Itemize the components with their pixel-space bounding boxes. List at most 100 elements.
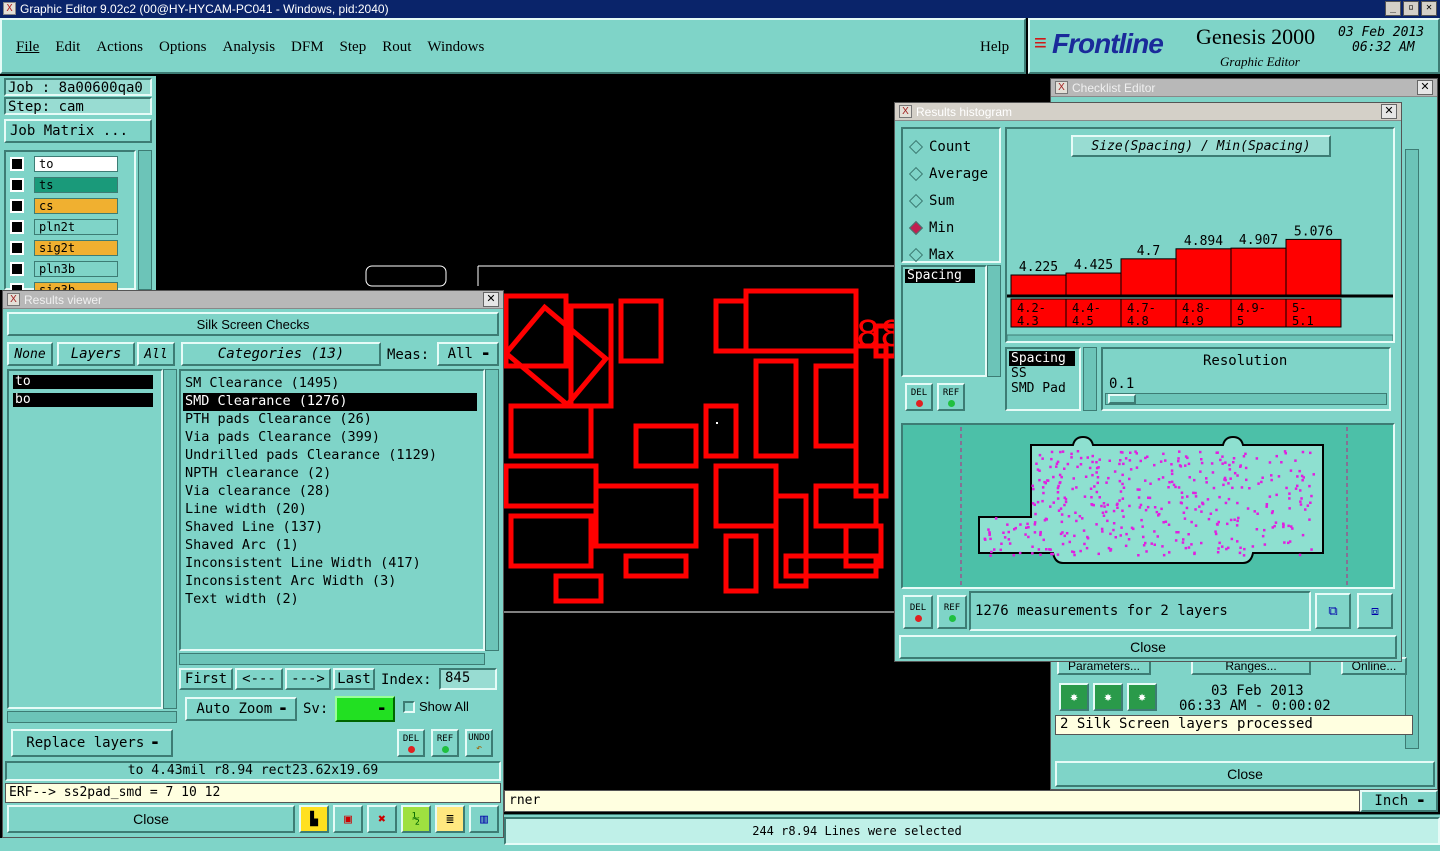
measure-item[interactable]: Spacing (905, 269, 975, 283)
category-item[interactable]: Inconsistent Line Width (417) (183, 555, 481, 573)
layer-scrollbar[interactable] (138, 150, 152, 290)
measure-tool-icon[interactable]: ▙ (299, 805, 329, 833)
category-item[interactable]: Shaved Arc (1) (183, 537, 481, 555)
results-viewer-close-button[interactable]: Close (7, 805, 295, 833)
category-item[interactable]: Inconsistent Arc Width (3) (183, 573, 481, 591)
field-item[interactable]: SMD Pad (1009, 381, 1077, 396)
category-item[interactable]: Undrilled pads Clearance (1129) (183, 447, 481, 465)
category-item[interactable]: PTH pads Clearance (26) (183, 411, 481, 429)
menu-windows[interactable]: Windows (427, 39, 484, 56)
job-matrix-button[interactable]: Job Matrix ... (4, 119, 152, 143)
category-hscrollbar[interactable] (179, 653, 485, 665)
menu-actions[interactable]: Actions (96, 39, 143, 56)
mode-option-count[interactable]: Count (907, 133, 995, 160)
menu-rout[interactable]: Rout (382, 39, 411, 56)
checklist-close-icon[interactable]: ✕ (1417, 80, 1433, 95)
result-layer-hscrollbar[interactable] (7, 711, 177, 723)
menu-dfm[interactable]: DFM (291, 39, 324, 56)
zoom-home-icon[interactable]: ⧈ (1357, 593, 1393, 629)
show-all-checkbox[interactable] (403, 701, 415, 713)
numbering-icon[interactable]: ½ (401, 805, 431, 833)
layer-row[interactable]: sig2t (10, 240, 130, 256)
layer-row[interactable]: ts (10, 177, 130, 193)
category-item[interactable]: SMD Clearance (1276) (183, 393, 477, 411)
layer-checkbox[interactable] (10, 178, 24, 192)
prev-button[interactable]: <--- (235, 668, 283, 690)
replace-layers-dropdown[interactable]: Replace layers ▬ (11, 729, 173, 757)
layers-tab[interactable]: Layers (57, 342, 135, 366)
layer-checkbox[interactable] (10, 220, 24, 234)
histogram-ref-button[interactable]: REF (937, 383, 965, 411)
unit-dropdown[interactable]: Inch ▬ (1360, 790, 1438, 812)
none-button[interactable]: None (7, 342, 53, 366)
board-preview[interactable] (901, 423, 1395, 589)
histogram-close-button[interactable]: Close (899, 635, 1397, 659)
preview-ref-button[interactable]: REF (937, 595, 967, 629)
notes-icon[interactable]: ≣ (435, 805, 465, 833)
auto-zoom-dropdown[interactable]: Auto Zoom ▬ (185, 697, 297, 721)
category-item[interactable]: Via pads Clearance (399) (183, 429, 481, 447)
field-item[interactable]: SS (1009, 366, 1077, 381)
ref-button[interactable]: REF (431, 729, 459, 757)
layer-checkbox[interactable] (10, 262, 24, 276)
checklist-close-button[interactable]: Close (1055, 761, 1435, 787)
category-scrollbar[interactable] (485, 369, 499, 651)
first-button[interactable]: First (179, 668, 233, 690)
radio-diamond-icon[interactable] (908, 193, 924, 208)
minimize-button[interactable]: _ (1385, 1, 1401, 16)
meas-dropdown[interactable]: All ▬ (437, 342, 499, 366)
sv-color-dropdown[interactable]: ▬ (335, 696, 395, 722)
result-layer-item[interactable]: bo (13, 393, 153, 407)
last-button[interactable]: Last (333, 668, 375, 690)
menu-analysis[interactable]: Analysis (223, 39, 276, 56)
run-all-icon[interactable]: ✸ (1093, 683, 1123, 711)
histogram-bar[interactable] (1175, 248, 1232, 296)
histogram-bar[interactable] (1230, 247, 1287, 296)
results-viewer-close-icon[interactable]: ✕ (483, 292, 499, 307)
result-layer-scrollbar[interactable] (163, 369, 177, 709)
run-icon[interactable]: ✸ (1059, 683, 1089, 711)
menu-options[interactable]: Options (159, 39, 207, 56)
radio-diamond-icon[interactable] (908, 139, 924, 154)
report-icon[interactable]: ▣ (333, 805, 363, 833)
mode-option-sum[interactable]: Sum (907, 187, 995, 214)
field-item[interactable]: Spacing (1009, 351, 1075, 366)
checklist-scrollbar[interactable] (1405, 149, 1419, 749)
histogram-bar[interactable] (1010, 274, 1067, 296)
mode-option-min[interactable]: Min (907, 214, 995, 241)
all-button[interactable]: All (137, 342, 175, 366)
disabled-ref-icon[interactable]: ✖ (367, 805, 397, 833)
next-button[interactable]: ---> (285, 668, 331, 690)
histogram-bar[interactable] (1120, 258, 1177, 296)
histogram-close-icon[interactable]: ✕ (1381, 104, 1397, 119)
layer-row[interactable]: to (10, 156, 130, 172)
menu-help[interactable]: Help (980, 39, 1009, 56)
run-selected-icon[interactable]: ✸ (1127, 683, 1157, 711)
layer-row[interactable]: cs (10, 198, 130, 214)
radio-diamond-icon[interactable] (908, 166, 924, 181)
category-item[interactable]: Via clearance (28) (183, 483, 481, 501)
radio-diamond-icon[interactable] (908, 247, 924, 262)
field-scrollbar[interactable] (1083, 347, 1097, 411)
index-input[interactable]: 845 (439, 668, 497, 690)
resolution-slider[interactable] (1105, 393, 1387, 405)
category-item[interactable]: Text width (2) (183, 591, 481, 609)
layer-checkbox[interactable] (10, 199, 24, 213)
del-button[interactable]: DEL (397, 729, 425, 757)
category-item[interactable]: Shaved Line (137) (183, 519, 481, 537)
layer-row[interactable]: pln3b (10, 261, 130, 277)
layer-checkbox[interactable] (10, 241, 24, 255)
layer-checkbox[interactable] (10, 157, 24, 171)
histogram-bar[interactable] (1285, 238, 1342, 296)
category-item[interactable]: SM Clearance (1495) (183, 375, 481, 393)
close-window-button[interactable]: ✕ (1421, 1, 1437, 16)
zoom-selection-icon[interactable]: ⧉ (1315, 593, 1351, 629)
result-layer-item[interactable]: to (13, 375, 153, 389)
category-item[interactable]: NPTH clearance (2) (183, 465, 481, 483)
histogram-bar[interactable] (1065, 272, 1122, 296)
layer-row[interactable]: pln2t (10, 219, 130, 235)
menu-file[interactable]: File (16, 39, 39, 56)
menu-step[interactable]: Step (340, 39, 367, 56)
histogram-icon[interactable]: ▥ (469, 805, 499, 833)
undo-button[interactable]: UNDO ↶ (465, 729, 493, 757)
